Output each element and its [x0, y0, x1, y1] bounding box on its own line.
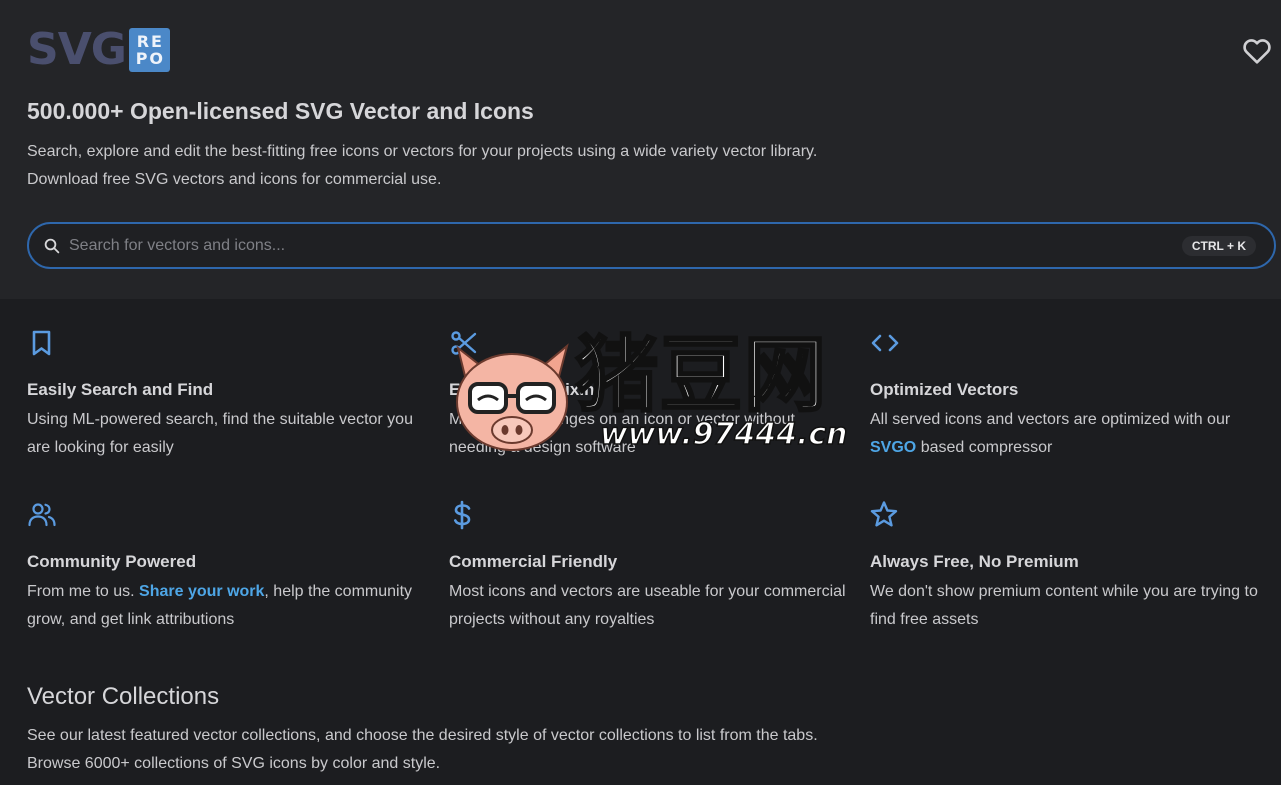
- feature-title: Easily Search and Find: [27, 380, 214, 399]
- page-headline: 500.000+ Open-licensed SVG Vector and Ic…: [27, 98, 534, 124]
- search-icon: [44, 238, 60, 254]
- collections-title: Vector Collections: [27, 683, 220, 710]
- feature-text-before: All served icons and vectors are optimiz…: [870, 411, 1231, 428]
- pig-mascot-icon: [456, 343, 569, 451]
- heart-icon[interactable]: [1240, 35, 1274, 67]
- feature-text: From me to us. Share your work, help the…: [27, 578, 442, 634]
- feature-title: Community Powered: [27, 552, 197, 571]
- watermark-main-text: 猪豆网: [574, 328, 829, 423]
- feature-text: We don't show premium content while you …: [870, 583, 1258, 628]
- star-icon: [870, 501, 898, 527]
- feature-title: Commercial Friendly: [449, 552, 618, 571]
- svgo-link[interactable]: SVGO: [870, 439, 916, 456]
- search-bar[interactable]: CTRL + K: [27, 222, 1276, 269]
- feature-text: Most icons and vectors are useable for y…: [449, 583, 846, 628]
- logo-text: SVG: [27, 24, 127, 75]
- feature-text: All served icons and vectors are optimiz…: [870, 406, 1270, 462]
- dollar-icon: [454, 500, 471, 530]
- code-icon: [871, 334, 899, 352]
- svgrepo-logo[interactable]: SVG RE PO: [27, 28, 170, 72]
- feature-text-after: based compressor: [920, 439, 1053, 456]
- search-input[interactable]: [69, 232, 1159, 260]
- header-description-line-1: Search, explore and edit the best-fittin…: [27, 143, 818, 160]
- share-your-work-link[interactable]: Share your work: [139, 583, 264, 600]
- logo-badge: RE PO: [128, 28, 170, 72]
- collections-description-line-2: Browse 6000+ collections of SVG icons by…: [27, 755, 441, 772]
- logo-badge-bottom: PO: [135, 49, 166, 68]
- bookmark-icon: [32, 330, 51, 356]
- watermark-overlay: 猪豆网 www.97444.cn: [450, 328, 848, 460]
- feature-text-before: From me to us.: [27, 583, 135, 600]
- feature-text: Using ML-powered search, find the suitab…: [27, 411, 413, 456]
- watermark-url-text: www.97444.cn: [599, 417, 848, 453]
- header-section: SVG RE PO 500.000+ Open-licensed SVG Vec…: [0, 0, 1281, 299]
- collections-description-line-1: See our latest featured vector collectio…: [27, 727, 818, 744]
- logo-badge-top: RE: [136, 32, 164, 51]
- feature-title: Optimized Vectors: [870, 380, 1019, 399]
- feature-title: Always Free, No Premium: [870, 552, 1079, 571]
- users-icon: [28, 503, 56, 527]
- search-shortcut-badge: CTRL + K: [1181, 236, 1256, 256]
- header-description-line-2: Download free SVG vectors and icons for …: [27, 171, 442, 188]
